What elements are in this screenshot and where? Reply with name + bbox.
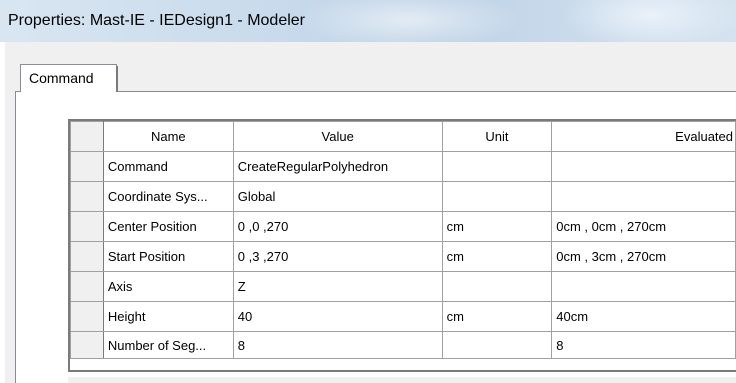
cell-evaluated: 0cm , 0cm , 270cm xyxy=(551,211,736,242)
column-header-evaluated[interactable]: Evaluated xyxy=(551,121,736,152)
cell-unit[interactable] xyxy=(441,331,553,359)
cell-name[interactable]: Height xyxy=(102,301,234,332)
cell-value[interactable]: 8 xyxy=(232,331,443,359)
cell-name[interactable]: Center Position xyxy=(102,211,234,242)
column-header-value[interactable]: Value xyxy=(232,121,443,152)
cell-unit[interactable] xyxy=(441,271,553,302)
row-selector[interactable] xyxy=(70,331,104,359)
tab-shadow xyxy=(116,66,118,92)
cell-name[interactable]: Command xyxy=(102,151,234,182)
cell-name[interactable]: Start Position xyxy=(102,241,234,272)
column-header-unit[interactable]: Unit xyxy=(441,121,553,152)
cell-unit[interactable]: cm xyxy=(441,211,553,242)
cell-evaluated: 8 xyxy=(551,331,736,359)
table-row[interactable]: Start Position 0 ,3 ,270 cm 0cm , 3cm , … xyxy=(70,241,736,272)
table-row[interactable]: Command CreateRegularPolyhedron xyxy=(70,151,736,182)
cell-evaluated: 0cm , 3cm , 270cm xyxy=(551,241,736,272)
cell-unit[interactable]: cm xyxy=(441,241,553,272)
tab-command-label: Command xyxy=(29,70,94,86)
cell-evaluated xyxy=(551,151,736,182)
cell-value[interactable]: 40 xyxy=(232,301,443,332)
row-selector[interactable] xyxy=(70,211,104,242)
table-row[interactable]: Center Position 0 ,0 ,270 cm 0cm , 0cm ,… xyxy=(70,211,736,242)
grid-bottom-strip xyxy=(68,377,736,383)
table-row[interactable]: Number of Seg... 8 8 xyxy=(70,331,736,359)
cell-value[interactable]: Z xyxy=(232,271,443,302)
cell-evaluated xyxy=(551,181,736,212)
row-selector[interactable] xyxy=(70,151,104,182)
row-selector[interactable] xyxy=(70,301,104,332)
title-bar-glare-right xyxy=(560,0,736,42)
header-row-selector[interactable] xyxy=(70,121,104,152)
properties-table: Name Value Unit Evaluated Command Create… xyxy=(70,121,736,359)
window-title: Properties: Mast-IE - IEDesign1 - Modele… xyxy=(8,12,305,29)
row-selector[interactable] xyxy=(70,241,104,272)
cell-value[interactable]: Global xyxy=(232,181,443,212)
cell-name[interactable]: Axis xyxy=(102,271,234,302)
row-selector[interactable] xyxy=(70,271,104,302)
cell-name[interactable]: Coordinate Sys... xyxy=(102,181,234,212)
cell-value[interactable]: 0 ,3 ,270 xyxy=(232,241,443,272)
cell-name[interactable]: Number of Seg... xyxy=(102,331,234,359)
cell-unit[interactable]: cm xyxy=(441,301,553,332)
table-header-row: Name Value Unit Evaluated xyxy=(70,121,736,152)
cell-evaluated: 40cm xyxy=(551,301,736,332)
cell-unit[interactable] xyxy=(441,181,553,212)
row-selector[interactable] xyxy=(70,181,104,212)
title-bar: Properties: Mast-IE - IEDesign1 - Modele… xyxy=(0,0,736,42)
cell-value[interactable]: 0 ,0 ,270 xyxy=(232,211,443,242)
table-row[interactable]: Axis Z xyxy=(70,271,736,302)
cell-evaluated xyxy=(551,271,736,302)
title-bar-glare xyxy=(300,0,520,42)
cell-unit[interactable] xyxy=(441,151,553,182)
column-header-name[interactable]: Name xyxy=(102,121,234,152)
cell-value[interactable]: CreateRegularPolyhedron xyxy=(232,151,443,182)
tab-command[interactable]: Command xyxy=(20,64,117,92)
table-row[interactable]: Coordinate Sys... Global xyxy=(70,181,736,212)
table-row[interactable]: Height 40 cm 40cm xyxy=(70,301,736,332)
